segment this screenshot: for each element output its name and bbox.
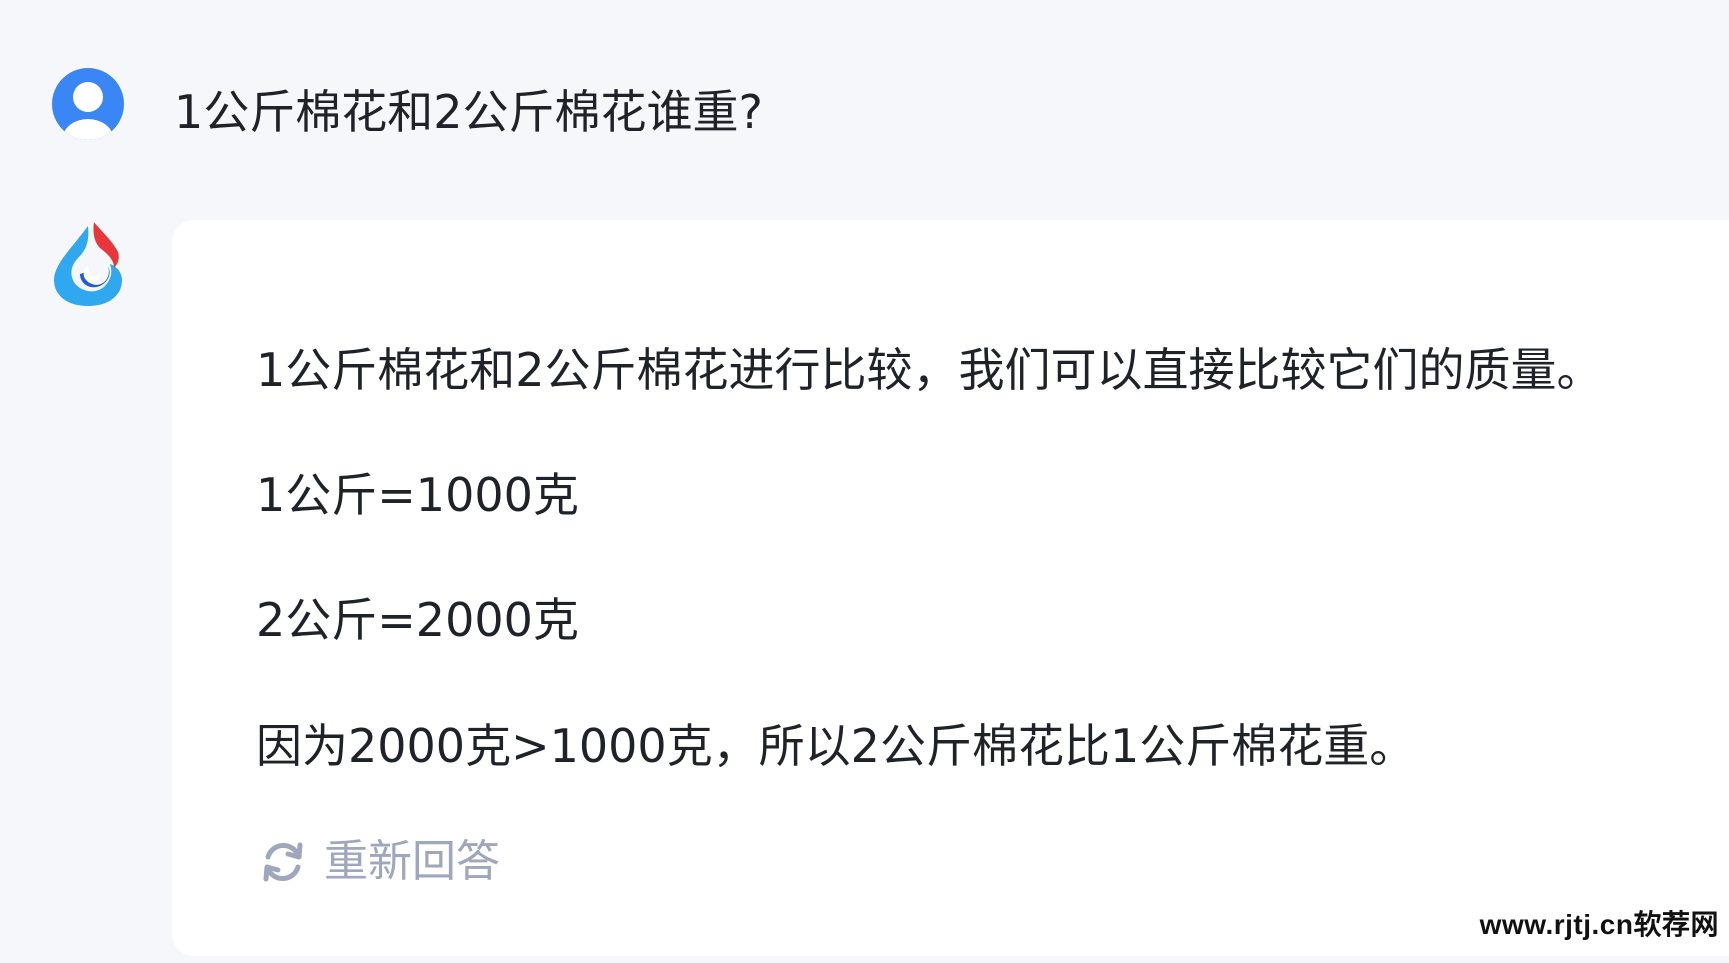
watermark: www.rjtj.cn软荐网 bbox=[1479, 909, 1719, 940]
answer-line: 2公斤=2000克 bbox=[256, 593, 579, 647]
answer-line: 1公斤棉花和2公斤棉花进行比较，我们可以直接比较它们的质量。 bbox=[256, 343, 1603, 397]
user-avatar-icon bbox=[52, 68, 124, 140]
bot-logo-icon bbox=[50, 218, 126, 308]
regenerate-label: 重新回答 bbox=[324, 836, 500, 887]
answer-card: 1公斤棉花和2公斤棉花进行比较，我们可以直接比较它们的质量。 1公斤=1000克… bbox=[172, 220, 1729, 956]
answer-line: 因为2000克>1000克，所以2公斤棉花比1公斤棉花重。 bbox=[256, 719, 1416, 773]
user-question: 1公斤棉花和2公斤棉花谁重? bbox=[174, 85, 763, 139]
refresh-icon bbox=[256, 835, 310, 889]
regenerate-button[interactable]: 重新回答 bbox=[256, 834, 500, 890]
answer-line: 1公斤=1000克 bbox=[256, 468, 579, 522]
